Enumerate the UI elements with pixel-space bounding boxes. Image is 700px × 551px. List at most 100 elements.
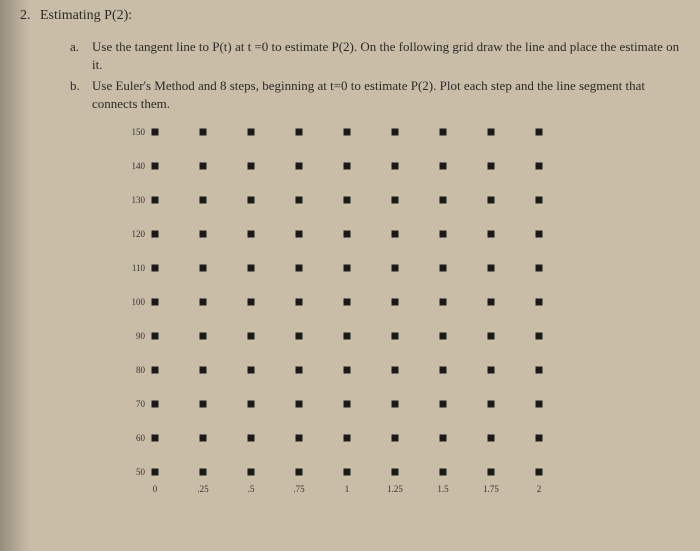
- x-tick-label: 0: [140, 484, 170, 494]
- grid-dot: [440, 265, 447, 272]
- grid-dot: [488, 333, 495, 340]
- question-number: 2.: [20, 8, 31, 23]
- grid-dot: [440, 401, 447, 408]
- grid-dot: [536, 197, 543, 204]
- grid-dot: [536, 163, 543, 170]
- grid-dot: [200, 401, 207, 408]
- y-tick-label: 100: [121, 297, 145, 307]
- grid-dot: [200, 333, 207, 340]
- y-tick-label: 120: [121, 229, 145, 239]
- grid-dot: [536, 401, 543, 408]
- grid-dot: [200, 265, 207, 272]
- grid-dot: [344, 401, 351, 408]
- grid-dot: [536, 299, 543, 306]
- grid-dot: [200, 231, 207, 238]
- grid-dot: [200, 163, 207, 170]
- grid-dot: [248, 333, 255, 340]
- grid-dot: [152, 299, 159, 306]
- x-tick-label: 1.5: [428, 484, 458, 494]
- part-a-letter: a.: [70, 38, 92, 73]
- grid-dot: [152, 163, 159, 170]
- grid-dot: [248, 367, 255, 374]
- x-tick-label: .75: [284, 484, 314, 494]
- grid-dot: [344, 231, 351, 238]
- grid-dot: [440, 231, 447, 238]
- part-b-letter: b.: [70, 77, 92, 112]
- grid-dot: [344, 435, 351, 442]
- grid-dot: [200, 197, 207, 204]
- grid-dot: [248, 197, 255, 204]
- y-tick-label: 60: [121, 433, 145, 443]
- grid-dot: [248, 299, 255, 306]
- dot-grid: 15014013012011010090807060500.25.5.7511.…: [115, 122, 680, 522]
- grid-dot: [392, 231, 399, 238]
- grid-dot: [296, 129, 303, 136]
- grid-dot: [200, 129, 207, 136]
- grid-dot: [344, 367, 351, 374]
- part-b: b. Use Euler's Method and 8 steps, begin…: [70, 77, 680, 112]
- part-a: a. Use the tangent line to P(t) at t =0 …: [70, 38, 680, 73]
- grid-dot: [392, 469, 399, 476]
- y-tick-label: 140: [121, 161, 145, 171]
- grid-dot: [152, 197, 159, 204]
- grid-dot: [344, 163, 351, 170]
- grid-dot: [392, 163, 399, 170]
- y-tick-label: 130: [121, 195, 145, 205]
- grid-dot: [200, 435, 207, 442]
- grid-dot: [392, 129, 399, 136]
- grid-dot: [152, 401, 159, 408]
- part-b-text: Use Euler's Method and 8 steps, beginnin…: [92, 77, 680, 112]
- part-a-text: Use the tangent line to P(t) at t =0 to …: [92, 38, 680, 73]
- grid-dot: [488, 231, 495, 238]
- x-tick-label: .5: [236, 484, 266, 494]
- x-tick-label: 1: [332, 484, 362, 494]
- grid-dot: [488, 435, 495, 442]
- x-tick-label: 1.25: [380, 484, 410, 494]
- grid-dot: [152, 265, 159, 272]
- grid-dot: [248, 231, 255, 238]
- grid-dot: [248, 129, 255, 136]
- grid-dot: [248, 163, 255, 170]
- grid-dot: [248, 435, 255, 442]
- grid-dot: [152, 435, 159, 442]
- grid-dot: [200, 367, 207, 374]
- grid-dot: [536, 265, 543, 272]
- grid-dot: [440, 299, 447, 306]
- y-tick-label: 50: [121, 467, 145, 477]
- grid-dot: [344, 265, 351, 272]
- grid-dot: [488, 469, 495, 476]
- grid-dot: [392, 265, 399, 272]
- grid-dot: [440, 129, 447, 136]
- grid-dot: [488, 163, 495, 170]
- grid-dot: [296, 401, 303, 408]
- grid-dot: [248, 469, 255, 476]
- grid-dot: [488, 367, 495, 374]
- grid-dot: [152, 129, 159, 136]
- grid-dot: [296, 163, 303, 170]
- grid-dot: [392, 197, 399, 204]
- grid-dot: [440, 333, 447, 340]
- grid-dot: [296, 333, 303, 340]
- grid-dot: [536, 367, 543, 374]
- grid-dot: [296, 367, 303, 374]
- grid-dot: [296, 435, 303, 442]
- grid-dot: [488, 129, 495, 136]
- grid-dot: [344, 299, 351, 306]
- grid-dot: [392, 401, 399, 408]
- grid-dot: [200, 469, 207, 476]
- grid-dot: [392, 367, 399, 374]
- grid-dot: [488, 401, 495, 408]
- grid-dot: [200, 299, 207, 306]
- grid-dot: [296, 231, 303, 238]
- x-tick-label: 2: [524, 484, 554, 494]
- grid-dot: [536, 469, 543, 476]
- grid-dot: [392, 299, 399, 306]
- y-tick-label: 70: [121, 399, 145, 409]
- grid-dot: [392, 333, 399, 340]
- grid-dot: [296, 469, 303, 476]
- grid-dot: [440, 435, 447, 442]
- y-tick-label: 80: [121, 365, 145, 375]
- grid-dot: [392, 435, 399, 442]
- grid-dot: [152, 333, 159, 340]
- grid-dot: [344, 333, 351, 340]
